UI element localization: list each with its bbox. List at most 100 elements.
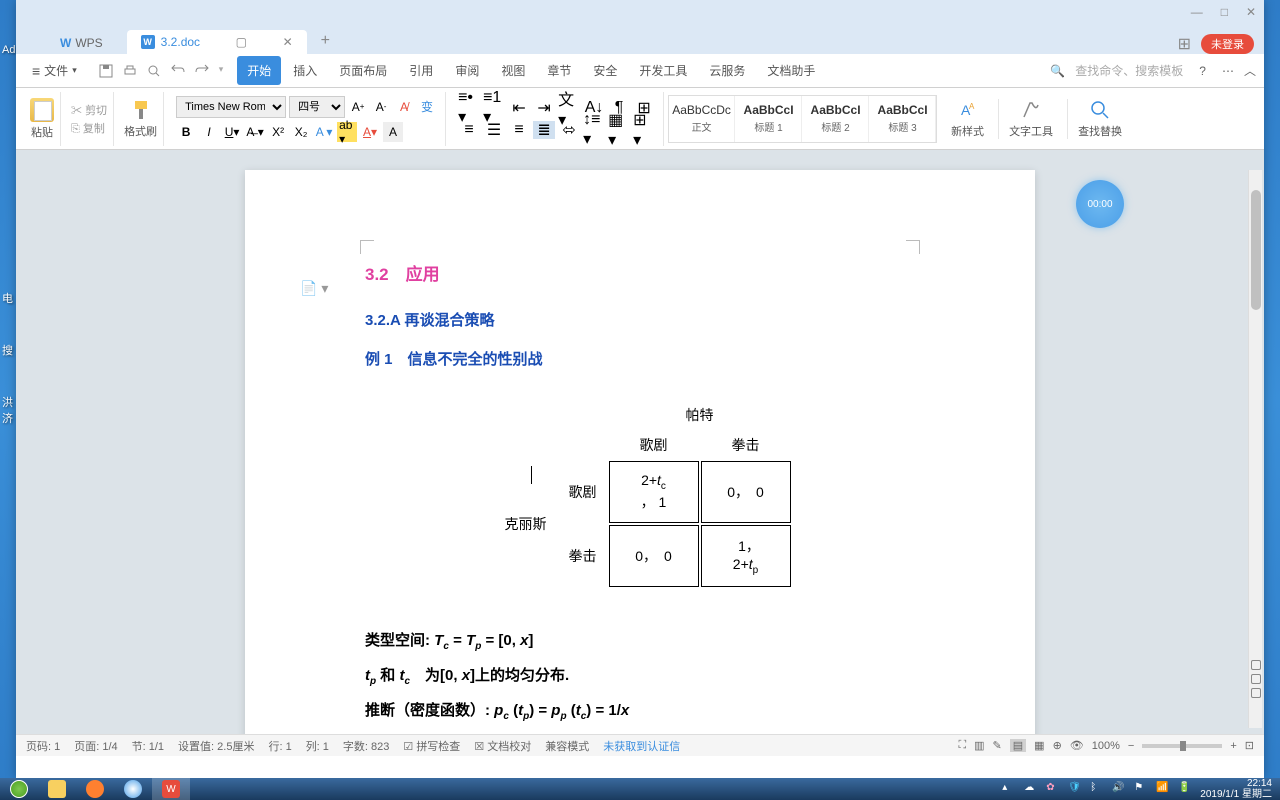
tab-layout[interactable]: 页面布局: [329, 56, 397, 85]
tab-insert[interactable]: 插入: [283, 56, 327, 85]
status-page-num[interactable]: 页码: 1: [26, 738, 60, 754]
align-left-button[interactable]: ≡: [458, 121, 480, 139]
status-doccheck[interactable]: ☒ 文档校对: [474, 738, 531, 754]
tab-home[interactable]: 开始: [237, 56, 281, 85]
tab-reference[interactable]: 引用: [399, 56, 443, 85]
font-name-select[interactable]: Times New Roma: [176, 96, 286, 118]
borders-button[interactable]: ⊞ ▾: [633, 121, 655, 139]
tray-volume-icon[interactable]: 🔊: [1112, 782, 1126, 796]
login-button[interactable]: 未登录: [1201, 34, 1254, 54]
tab-cloud[interactable]: 云服务: [699, 56, 755, 85]
best-fit-button[interactable]: ⊡: [1245, 739, 1254, 752]
view-eye-icon[interactable]: 👁: [1070, 739, 1084, 752]
tab-restore-icon[interactable]: ▢: [236, 35, 247, 49]
scroll-browse-icon[interactable]: [1251, 674, 1261, 684]
scroll-next-icon[interactable]: [1251, 688, 1261, 698]
format-painter-button[interactable]: 格式刷: [124, 99, 157, 139]
status-page[interactable]: 页面: 1/4: [74, 738, 117, 754]
tab-doc-assist[interactable]: 文档助手: [757, 56, 825, 85]
phonetic-guide-button[interactable]: 变: [417, 97, 437, 117]
zoom-level[interactable]: 100%: [1092, 740, 1120, 752]
zoom-in-button[interactable]: +: [1230, 740, 1236, 752]
increase-indent-button[interactable]: ⇥: [533, 99, 555, 117]
preview-icon[interactable]: [147, 64, 161, 78]
status-auth[interactable]: 未获取到认证信: [603, 738, 680, 754]
style-normal[interactable]: AaBbCcDc正文: [669, 96, 735, 142]
scroll-prev-icon[interactable]: [1251, 660, 1261, 670]
style-heading3[interactable]: AaBbCcI标题 3: [870, 96, 936, 142]
copy-button[interactable]: ⎘ 复制: [71, 120, 107, 136]
status-col[interactable]: 列: 1: [306, 738, 329, 754]
tray-network-icon[interactable]: 📶: [1156, 782, 1170, 796]
grid-icon[interactable]: ⊞: [1178, 34, 1191, 54]
tray-flag-icon[interactable]: ⚑: [1134, 782, 1148, 796]
document-page[interactable]: 📄 ▾ 3.2 应用 3.2.A 再谈混合策略 例 1 信息不完全的性别战 帕特…: [245, 170, 1035, 738]
view-outline-icon[interactable]: ▦: [1034, 739, 1044, 752]
help-button[interactable]: ?: [1193, 64, 1212, 78]
strikethrough-button[interactable]: A̶ ▾: [245, 122, 265, 142]
shading-button[interactable]: ▦ ▾: [608, 121, 630, 139]
style-heading1[interactable]: AaBbCcI标题 1: [736, 96, 802, 142]
margin-icon[interactable]: 📄 ▾: [300, 280, 328, 297]
view-read-icon[interactable]: ▥: [974, 739, 984, 752]
bullets-button[interactable]: ≡• ▾: [458, 99, 480, 117]
vertical-scrollbar[interactable]: [1248, 170, 1262, 728]
new-style-button[interactable]: AA 新样式: [941, 99, 994, 139]
close-button[interactable]: ✕: [1246, 5, 1256, 19]
bold-button[interactable]: B: [176, 122, 196, 142]
workspace[interactable]: 📄 ▾ 3.2 应用 3.2.A 再谈混合策略 例 1 信息不完全的性别战 帕特…: [16, 150, 1264, 738]
add-tab-button[interactable]: +: [307, 28, 344, 54]
font-size-select[interactable]: 四号: [289, 96, 345, 118]
taskbar-clock[interactable]: 22:14 2019/1/1 星期二: [1200, 778, 1272, 800]
status-section[interactable]: 节: 1/1: [132, 738, 164, 754]
tray-shield-icon[interactable]: 🛡: [1068, 782, 1082, 796]
decrease-indent-button[interactable]: ⇤: [508, 99, 530, 117]
taskbar-explorer[interactable]: [38, 778, 76, 800]
text-effect-button[interactable]: A ▾: [314, 122, 334, 142]
print-icon[interactable]: [123, 64, 137, 78]
find-replace-button[interactable]: 查找替换: [1067, 99, 1132, 139]
tab-section[interactable]: 章节: [537, 56, 581, 85]
start-button[interactable]: [0, 778, 38, 800]
char-shading-button[interactable]: A: [383, 122, 403, 142]
tray-up-icon[interactable]: ▴: [1002, 782, 1016, 796]
text-direction-button[interactable]: 文 ▾: [558, 99, 580, 117]
minimize-button[interactable]: —: [1191, 5, 1203, 19]
tab-security[interactable]: 安全: [583, 56, 627, 85]
tray-cloud-icon[interactable]: ☁: [1024, 782, 1038, 796]
highlight-button[interactable]: ab ▾: [337, 122, 357, 142]
zoom-slider[interactable]: [1142, 744, 1222, 748]
italic-button[interactable]: I: [199, 122, 219, 142]
search-input[interactable]: 查找命令、搜索模板: [1075, 62, 1183, 79]
tray-battery-icon[interactable]: 🔋: [1178, 782, 1192, 796]
tray-flower-icon[interactable]: ✿: [1046, 782, 1060, 796]
view-web-icon[interactable]: ⊕: [1053, 739, 1062, 752]
distribute-button[interactable]: ⬄: [558, 121, 580, 139]
status-spell[interactable]: ☑ 拼写检查: [403, 738, 460, 754]
view-print-icon[interactable]: ▤: [1010, 739, 1026, 752]
taskbar-wps[interactable]: W: [152, 778, 190, 800]
taskbar-browser[interactable]: [114, 778, 152, 800]
status-setting[interactable]: 设置值: 2.5厘米: [178, 738, 254, 754]
tab-devtools[interactable]: 开发工具: [629, 56, 697, 85]
tab-review[interactable]: 审阅: [445, 56, 489, 85]
view-edit-icon[interactable]: ✎: [993, 739, 1002, 752]
text-tools-button[interactable]: 文字工具: [998, 99, 1063, 139]
tray-bluetooth-icon[interactable]: ᛒ: [1090, 782, 1104, 796]
more-button[interactable]: ⋯: [1222, 64, 1234, 78]
grow-font-button[interactable]: A+: [348, 97, 368, 117]
numbering-button[interactable]: ≡1 ▾: [483, 99, 505, 117]
zoom-out-button[interactable]: −: [1128, 740, 1134, 752]
cut-button[interactable]: ✂ 剪切: [71, 102, 107, 118]
taskbar-player[interactable]: [76, 778, 114, 800]
status-line[interactable]: 行: 1: [268, 738, 291, 754]
style-gallery[interactable]: AaBbCcDc正文 AaBbCcI标题 1 AaBbCcI标题 2 AaBbC…: [668, 95, 937, 143]
superscript-button[interactable]: X²: [268, 122, 288, 142]
save-icon[interactable]: [99, 64, 113, 78]
align-right-button[interactable]: ≡: [508, 121, 530, 139]
align-center-button[interactable]: ☰: [483, 121, 505, 139]
tab-view[interactable]: 视图: [491, 56, 535, 85]
undo-icon[interactable]: [171, 64, 185, 78]
maximize-button[interactable]: □: [1221, 5, 1228, 19]
shrink-font-button[interactable]: A-: [371, 97, 391, 117]
